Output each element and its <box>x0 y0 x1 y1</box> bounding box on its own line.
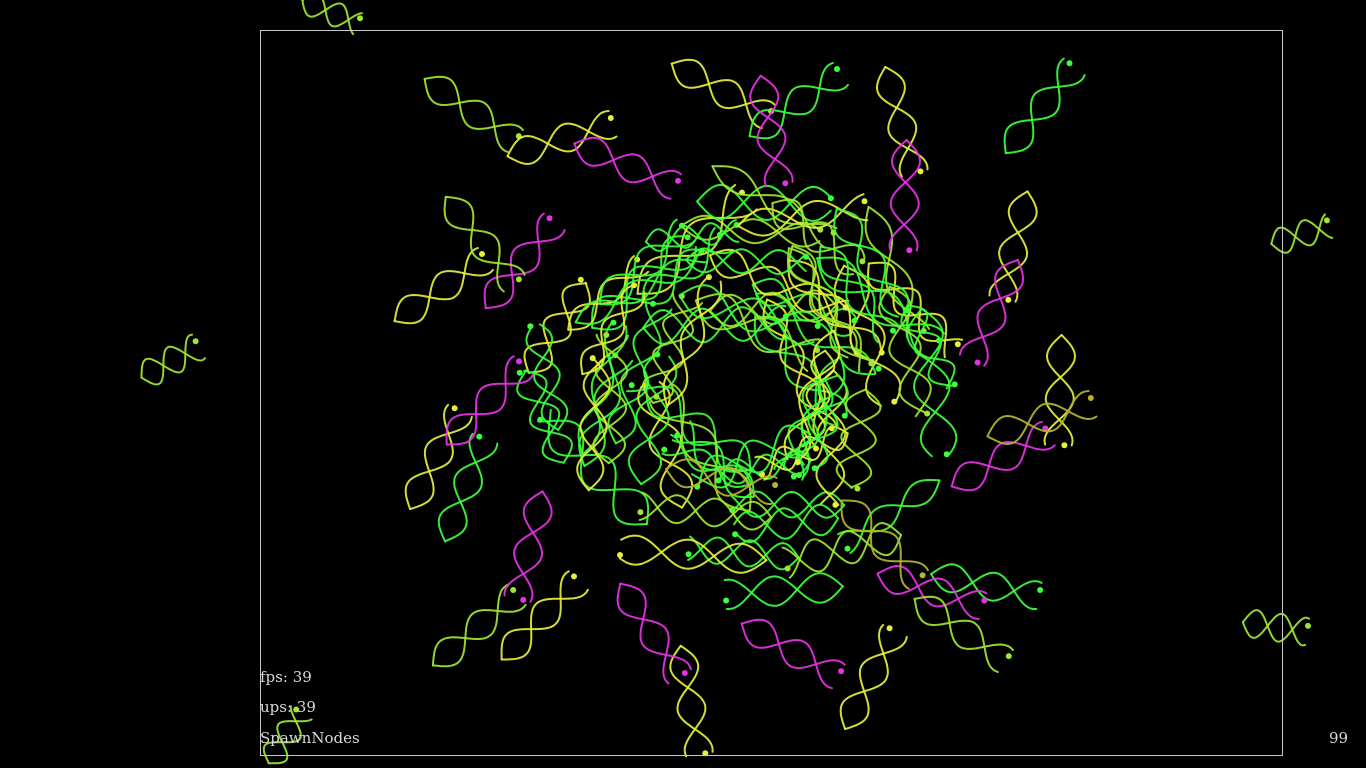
node-head <box>1323 217 1330 224</box>
node-head <box>192 338 199 345</box>
fps-value: 39 <box>292 668 312 686</box>
helix-creature <box>140 333 206 386</box>
simulation-bounds <box>260 30 1283 756</box>
ups-value: 39 <box>296 698 316 716</box>
mode-label: SpawnNodes <box>260 729 360 747</box>
fps-label: fps: <box>260 668 288 686</box>
ups-readout: ups: 39 <box>260 700 316 715</box>
ups-label: ups: <box>260 698 293 716</box>
fps-readout: fps: 39 <box>260 670 312 685</box>
node-head <box>1305 622 1311 629</box>
node-count: 99 <box>1329 729 1349 747</box>
node-head <box>357 15 363 22</box>
